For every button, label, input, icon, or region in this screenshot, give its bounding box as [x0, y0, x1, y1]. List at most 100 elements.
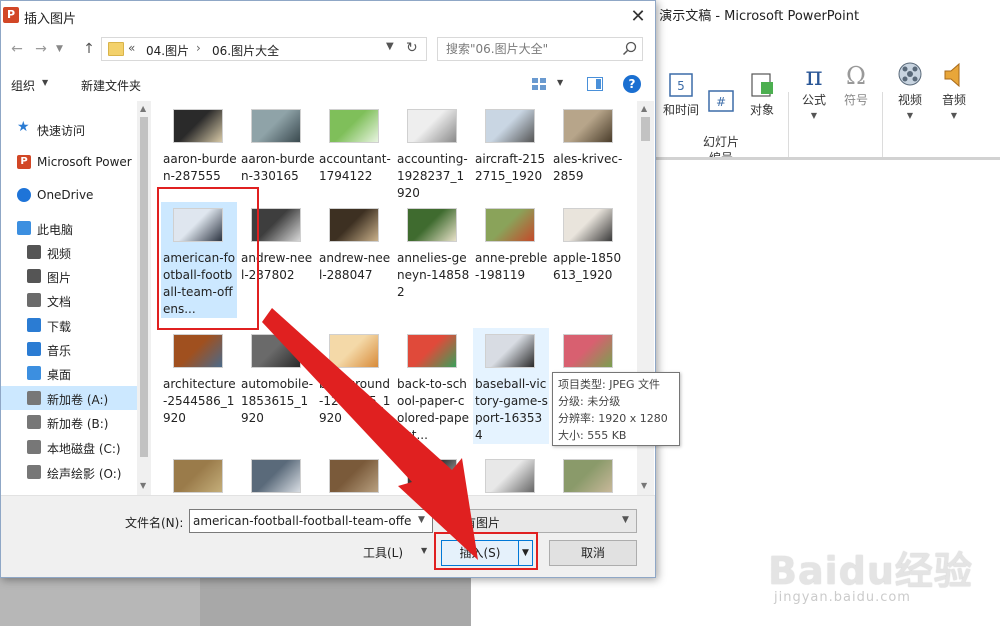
filename-combo: ▼	[189, 509, 433, 533]
scroll-down-icon[interactable]: ▼	[641, 481, 647, 490]
nav-item[interactable]: 绘声绘影 (O:)	[1, 460, 137, 484]
recent-locations-button[interactable]: ▼	[56, 39, 70, 59]
file-item[interactable]: background-1246145_1920	[317, 328, 393, 444]
file-name: accountant-1794122	[319, 152, 391, 183]
file-name: annelies-geneyn-148582	[397, 251, 470, 299]
scrollbar-thumb[interactable]	[641, 117, 650, 141]
address-bar[interactable]: « 04.图片 › 06.图片大全 ▼ ↻	[101, 37, 427, 61]
search-icon[interactable]	[622, 41, 638, 57]
dialog-title-bar[interactable]: P 插入图片 ✕	[1, 1, 655, 33]
file-thumbnail	[563, 334, 613, 368]
breadcrumb-segment-pictures[interactable]: 04.图片	[146, 42, 189, 59]
slide-number-button[interactable]: # 幻灯片 编号	[698, 70, 744, 166]
file-thumbnail	[407, 109, 457, 143]
tooltip-dimensions: 分辨率: 1920 x 1280	[558, 412, 668, 425]
nav-item[interactable]: 本地磁盘 (C:)	[1, 435, 137, 459]
breadcrumb-separator-icon[interactable]: ›	[196, 41, 201, 55]
tooltip-size: 大小: 555 KB	[558, 429, 627, 442]
file-item[interactable]	[317, 453, 393, 495]
nav-item[interactable]: ★ 快速访问	[1, 117, 137, 141]
nav-item[interactable]: 音乐	[1, 337, 137, 361]
file-thumbnail	[329, 334, 379, 368]
file-item[interactable]: apple-1850613_1920	[551, 202, 627, 318]
preview-pane-icon[interactable]	[587, 77, 603, 91]
filetype-select[interactable]: 所有图片 ▼	[447, 509, 637, 533]
file-thumbnail	[173, 459, 223, 493]
refresh-icon[interactable]: ↻	[406, 40, 418, 56]
file-item[interactable]: back-to-school-paper-colored-paper-st...	[395, 328, 471, 444]
file-item[interactable]	[239, 453, 315, 495]
symbol-button[interactable]: Ω 符号	[838, 60, 874, 108]
nav-item[interactable]: 桌面	[1, 361, 137, 385]
nav-item[interactable]: 下载	[1, 313, 137, 337]
equation-button[interactable]: π 公式 ▼	[796, 60, 832, 124]
nav-item[interactable]: 新加卷 (A:)	[1, 386, 137, 410]
file-name: accounting-1928237_1920	[397, 152, 468, 200]
nav-item[interactable]: 此电脑	[1, 216, 137, 240]
forward-button[interactable]: →	[31, 39, 51, 59]
dialog-footer: 文件名(N): ▼ 所有图片 ▼ 工具(L) ▼ 插入(S) ▼ 取消	[1, 495, 655, 577]
search-box	[437, 37, 643, 61]
scroll-up-icon[interactable]: ▲	[641, 104, 647, 113]
file-name: anne-preble-198119	[475, 251, 548, 282]
file-thumbnail	[407, 459, 457, 493]
insert-button-highlight-box	[434, 532, 538, 570]
scroll-down-icon[interactable]: ▼	[140, 481, 146, 490]
address-dropdown-icon[interactable]: ▼	[386, 41, 394, 52]
file-item[interactable]	[551, 453, 627, 495]
nav-item[interactable]: 新加卷 (B:)	[1, 410, 137, 434]
scrollbar-thumb[interactable]	[140, 117, 148, 457]
help-button[interactable]: ?	[623, 75, 641, 93]
object-button[interactable]: 对象	[744, 70, 780, 118]
organize-dropdown-icon[interactable]: ▼	[42, 78, 48, 87]
back-button[interactable]: ←	[7, 39, 27, 59]
filename-input[interactable]	[190, 510, 414, 532]
baidu-watermark: Baidu经验 jingyan.baidu.com	[768, 540, 998, 620]
view-options-icon[interactable]	[531, 77, 547, 91]
nav-item-label: 桌面	[47, 368, 72, 382]
file-item[interactable]: anne-preble-198119	[473, 202, 549, 318]
tooltip-dimensions-label: 分辨率	[558, 412, 591, 425]
tools-dropdown-icon[interactable]: ▼	[421, 546, 427, 555]
file-thumbnail	[485, 109, 535, 143]
file-name: ales-krivec-2859	[553, 152, 623, 183]
file-item[interactable]	[161, 453, 237, 495]
tooltip-rating-label: 分级	[558, 395, 580, 408]
tooltip-size-label: 大小	[558, 429, 580, 442]
selected-file-highlight-box	[157, 187, 259, 330]
file-item[interactable]	[473, 453, 549, 495]
breadcrumb-segment-gallery[interactable]: 06.图片大全	[212, 42, 279, 59]
video-button[interactable]: 视频 ▼	[890, 60, 930, 124]
file-item[interactable]	[395, 453, 471, 495]
breadcrumb-overflow[interactable]: «	[128, 41, 135, 55]
scroll-up-icon[interactable]: ▲	[140, 104, 146, 113]
powerpoint-icon: P	[17, 155, 31, 169]
nav-item[interactable]: 文档	[1, 288, 137, 312]
file-item[interactable]: andrew-neel-288047	[317, 202, 393, 318]
video-label: 视频	[897, 93, 922, 107]
tools-button[interactable]: 工具(L)	[363, 544, 403, 561]
symbol-icon: Ω	[846, 62, 866, 90]
nav-item[interactable]: P Microsoft Power	[1, 150, 137, 174]
file-item[interactable]: automobile-1853615_1920	[239, 328, 315, 444]
powerpoint-ribbon: 5 和时间 # 幻灯片 编号 对象 π 公式 ▼ Ω 符号 符号 视频 ▼	[640, 30, 1000, 186]
file-item[interactable]: architecture-2544586_1920	[161, 328, 237, 444]
file-item[interactable]: annelies-geneyn-148582	[395, 202, 471, 318]
file-thumbnail	[563, 459, 613, 493]
organize-button[interactable]: 组织	[11, 77, 35, 94]
file-item[interactable]: baseball-victory-game-sport-163534	[473, 328, 549, 444]
nav-item[interactable]: 视频	[1, 240, 137, 264]
filename-dropdown-icon[interactable]: ▼	[418, 515, 425, 525]
cancel-button[interactable]: 取消	[549, 540, 637, 566]
system-drive-icon	[27, 440, 41, 454]
up-button[interactable]: ↑	[79, 39, 99, 59]
nav-item[interactable]: 图片	[1, 264, 137, 288]
audio-button[interactable]: 音频 ▼	[934, 60, 974, 124]
view-dropdown-icon[interactable]: ▼	[557, 78, 563, 87]
nav-item[interactable]: OneDrive	[1, 183, 137, 207]
search-input[interactable]	[438, 38, 618, 60]
navigation-scrollbar[interactable]: ▲ ▼	[137, 101, 151, 495]
close-button[interactable]: ✕	[623, 3, 653, 31]
new-folder-button[interactable]: 新建文件夹	[81, 77, 141, 94]
video-folder-icon	[27, 245, 41, 259]
